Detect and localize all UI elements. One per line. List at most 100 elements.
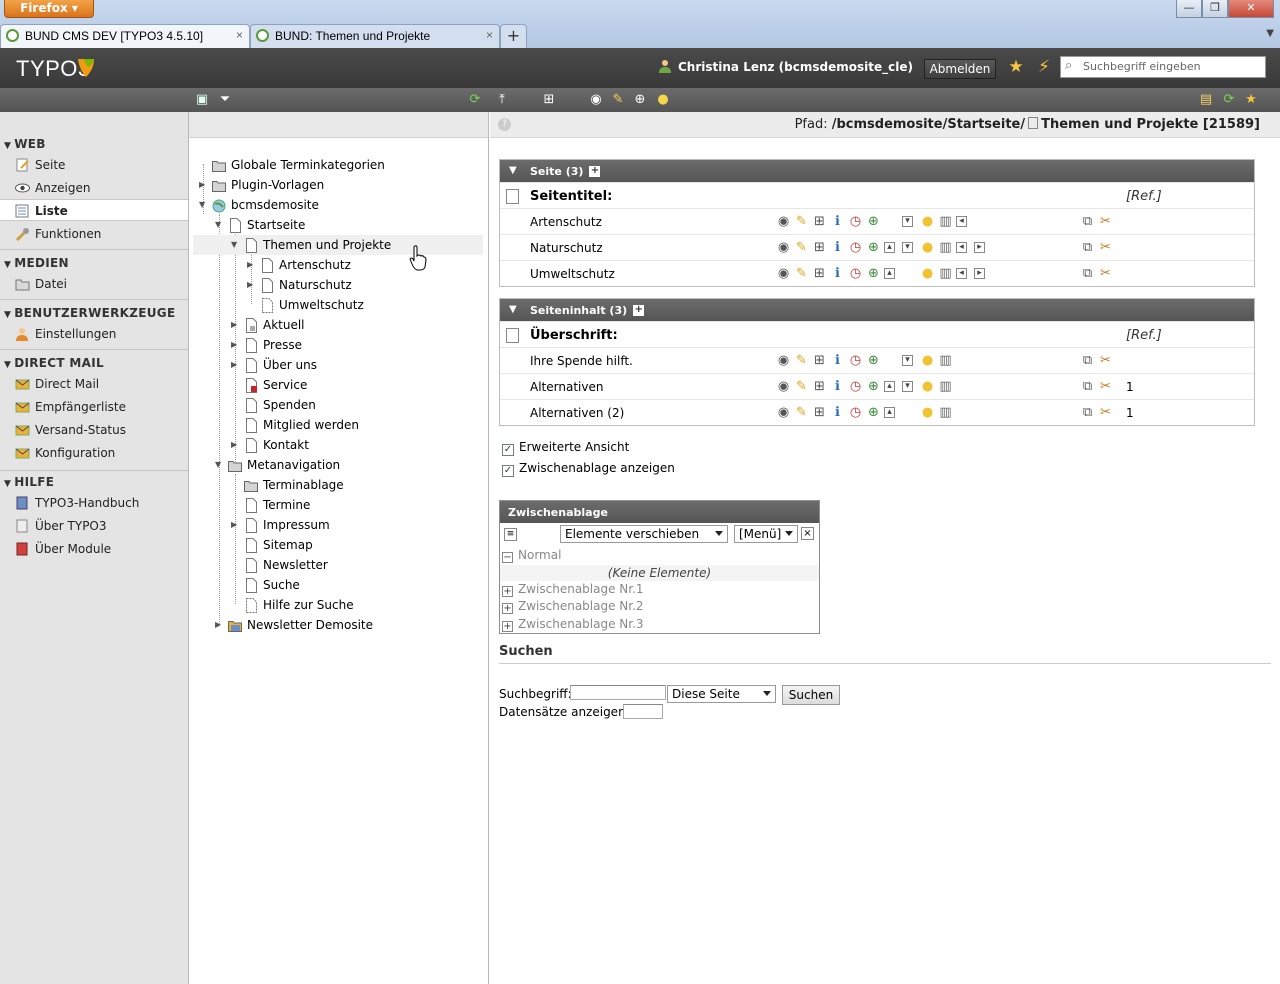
history-icon[interactable]: ◷ <box>848 353 863 368</box>
tree-node-label[interactable]: Umweltschutz <box>279 295 364 315</box>
history-icon[interactable]: ◷ <box>848 266 863 281</box>
history-icon[interactable]: ◷ <box>848 405 863 420</box>
search-scope-select[interactable]: Diese Seite <box>667 685 776 703</box>
content-table-header[interactable]: ▼ Seiteninhalt (3) + <box>500 299 1254 321</box>
add-page-icon[interactable]: + <box>589 166 601 177</box>
collapse-arrow-icon[interactable]: ▼ <box>199 195 209 215</box>
new-tab-button[interactable]: + <box>500 24 527 48</box>
maximize-button[interactable]: ❐ <box>1202 0 1228 18</box>
copy-icon[interactable]: ⧉ <box>1080 405 1095 420</box>
tree-node[interactable]: ▶ Aktuell <box>231 315 469 335</box>
tree-node-label[interactable]: Mitglied werden <box>263 415 359 435</box>
tree-node-label[interactable]: Sitemap <box>263 535 313 555</box>
clipboard-action-select[interactable]: Elemente verschieben <box>560 525 728 543</box>
hide-lightbulb-icon[interactable]: ● <box>920 266 935 281</box>
filter-icon[interactable]: ⏷ <box>217 92 233 108</box>
tree-node[interactable]: ▶ Impressum <box>231 515 469 535</box>
info-icon[interactable]: ℹ <box>830 379 845 394</box>
expand-arrow-icon[interactable]: ▶ <box>231 515 241 535</box>
level-up-icon[interactable]: ⤒ <box>494 92 510 108</box>
add-content-icon[interactable]: + <box>633 305 645 316</box>
bookmarks-star-icon[interactable]: ★ <box>1006 57 1026 77</box>
move-up-icon[interactable]: ▴ <box>884 242 895 253</box>
tree-node[interactable]: ▼ bcmsdemosite <box>199 195 469 215</box>
tree-node-label[interactable]: Startseite <box>247 215 305 235</box>
module-section-web[interactable]: ▼ WEB <box>4 137 46 151</box>
new-record-icon[interactable]: ⊞ <box>812 266 827 281</box>
info-icon[interactable]: ℹ <box>830 353 845 368</box>
copy-icon[interactable]: ⧉ <box>1080 379 1095 394</box>
tree-node[interactable]: ▶ Artenschutz <box>247 255 469 275</box>
tree-node-label[interactable]: Terminablage <box>263 475 344 495</box>
move-page-icon[interactable]: ⊕ <box>632 92 648 108</box>
page-row[interactable]: Umweltschutz ◉ ✎ ⊞ ℹ ◷ ⊕ ▴ ● ▥ ◂ ▸ ⧉ ✂ <box>500 260 1254 292</box>
info-icon[interactable]: ℹ <box>830 405 845 420</box>
minimize-button[interactable]: — <box>1176 0 1202 18</box>
copy-icon[interactable]: ⧉ <box>1080 240 1095 255</box>
delete-trash-icon[interactable]: ▥ <box>938 214 953 229</box>
tree-node[interactable]: ▼ Startseite <box>215 215 469 235</box>
module-section-benutzerwerkzeuge[interactable]: ▼ BENUTZERWERKZEUGE <box>4 306 175 320</box>
view-icon[interactable]: ◉ <box>776 353 791 368</box>
records-input[interactable] <box>623 704 663 719</box>
clipboard-pad-3[interactable]: + Zwischenablage Nr.3 <box>502 617 644 632</box>
clipboard-mode-select[interactable]: [Menü] <box>734 525 798 543</box>
add-shortcut-star-icon[interactable]: ★ <box>1243 92 1259 108</box>
clipboard-pad-1[interactable]: + Zwischenablage Nr.1 <box>502 582 644 597</box>
page-row[interactable]: Naturschutz ◉ ✎ ⊞ ℹ ◷ ⊕ ▴ ▾ ● ▥ ◂ ▸ ⧉ ✂ <box>500 234 1254 266</box>
tree-node[interactable]: Sitemap <box>231 535 469 555</box>
firefox-menu-button[interactable]: Firefox ▾ <box>4 0 94 18</box>
history-icon[interactable]: ◷ <box>848 214 863 229</box>
expand-arrow-icon[interactable]: ▶ <box>231 435 241 455</box>
search-term-input[interactable] <box>570 685 666 700</box>
csv-export-icon[interactable]: ▤ <box>1198 92 1214 108</box>
module-item-einstellungen[interactable]: Einstellungen <box>0 323 188 345</box>
tree-node[interactable]: Terminablage <box>231 475 469 495</box>
move-down-icon[interactable]: ▾ <box>902 381 913 392</box>
module-section-direct-mail[interactable]: ▼ DIRECT MAIL <box>4 356 104 370</box>
tree-node[interactable]: Mitglied werden <box>231 415 469 435</box>
tree-node-label[interactable]: Naturschutz <box>279 275 352 295</box>
search-button[interactable]: Suchen <box>782 685 840 705</box>
delete-trash-icon[interactable]: ▥ <box>938 353 953 368</box>
edit-pencil-icon[interactable]: ✎ <box>794 214 809 229</box>
tree-node-label[interactable]: Plugin-Vorlagen <box>231 175 324 195</box>
move-up-icon[interactable]: ▴ <box>884 268 895 279</box>
close-tab-icon[interactable]: × <box>236 28 243 42</box>
content-row[interactable]: Ihre Spende hilft. ◉ ✎ ⊞ ℹ ◷ ⊕ ▾ ● ▥ ⧉ ✂ <box>500 347 1254 378</box>
expand-arrow-icon[interactable]: ▶ <box>231 315 241 335</box>
module-item-seite[interactable]: Seite <box>0 154 188 176</box>
move-left-icon[interactable]: ◂ <box>956 242 967 253</box>
help-icon[interactable]: ? <box>498 118 511 131</box>
browser-tab-1[interactable]: BUND CMS DEV [TYPO3 4.5.10] × <box>0 24 250 48</box>
move-right-icon[interactable]: ▸ <box>974 268 985 279</box>
clipboard-list-icon[interactable]: ≡ <box>504 528 517 541</box>
clipboard-normal[interactable]: − Normal <box>502 548 561 563</box>
move-up-icon[interactable]: ▴ <box>884 381 895 392</box>
show-clipboard-checkbox[interactable]: ✓ Zwischenablage anzeigen <box>502 461 675 477</box>
new-after-icon[interactable]: ⊕ <box>866 379 881 394</box>
content-row[interactable]: Alternativen (2) ◉ ✎ ⊞ ℹ ◷ ⊕ ▴ ● ▥ ⧉ ✂ 1 <box>500 399 1254 430</box>
content-row[interactable]: Alternativen ◉ ✎ ⊞ ℹ ◷ ⊕ ▴ ▾ ● ▥ ⧉ ✂ 1 <box>500 373 1254 404</box>
tree-node-label[interactable]: Globale Terminkategorien <box>231 155 385 175</box>
edit-pencil-icon[interactable]: ✎ <box>794 405 809 420</box>
edit-page-icon[interactable]: ✎ <box>610 92 626 108</box>
tree-node-label[interactable]: Kontakt <box>263 435 309 455</box>
module-item-ueber-typo3[interactable]: Über TYPO3 <box>0 515 188 537</box>
tree-node[interactable]: ▶ Presse <box>231 335 469 355</box>
delete-trash-icon[interactable]: ▥ <box>938 266 953 281</box>
tree-node-label[interactable]: Metanavigation <box>247 455 340 475</box>
view-icon[interactable]: ◉ <box>776 214 791 229</box>
tree-node-label[interactable]: Über uns <box>263 355 317 375</box>
tree-node-label[interactable]: Themen und Projekte <box>263 235 391 255</box>
new-record-icon[interactable]: ⊞ <box>812 379 827 394</box>
copy-icon[interactable]: ⧉ <box>1080 353 1095 368</box>
module-item-datei[interactable]: Datei <box>0 273 188 295</box>
page-info-lightbulb-icon[interactable]: ● <box>655 92 671 108</box>
new-record-icon[interactable]: ⊞ <box>812 353 827 368</box>
tree-node[interactable]: ▼ Metanavigation <box>215 455 469 475</box>
tree-node[interactable]: Spenden <box>231 395 469 415</box>
expand-arrow-icon[interactable]: ▶ <box>247 275 257 295</box>
view-icon[interactable]: ◉ <box>776 266 791 281</box>
hide-lightbulb-icon[interactable]: ● <box>920 240 935 255</box>
